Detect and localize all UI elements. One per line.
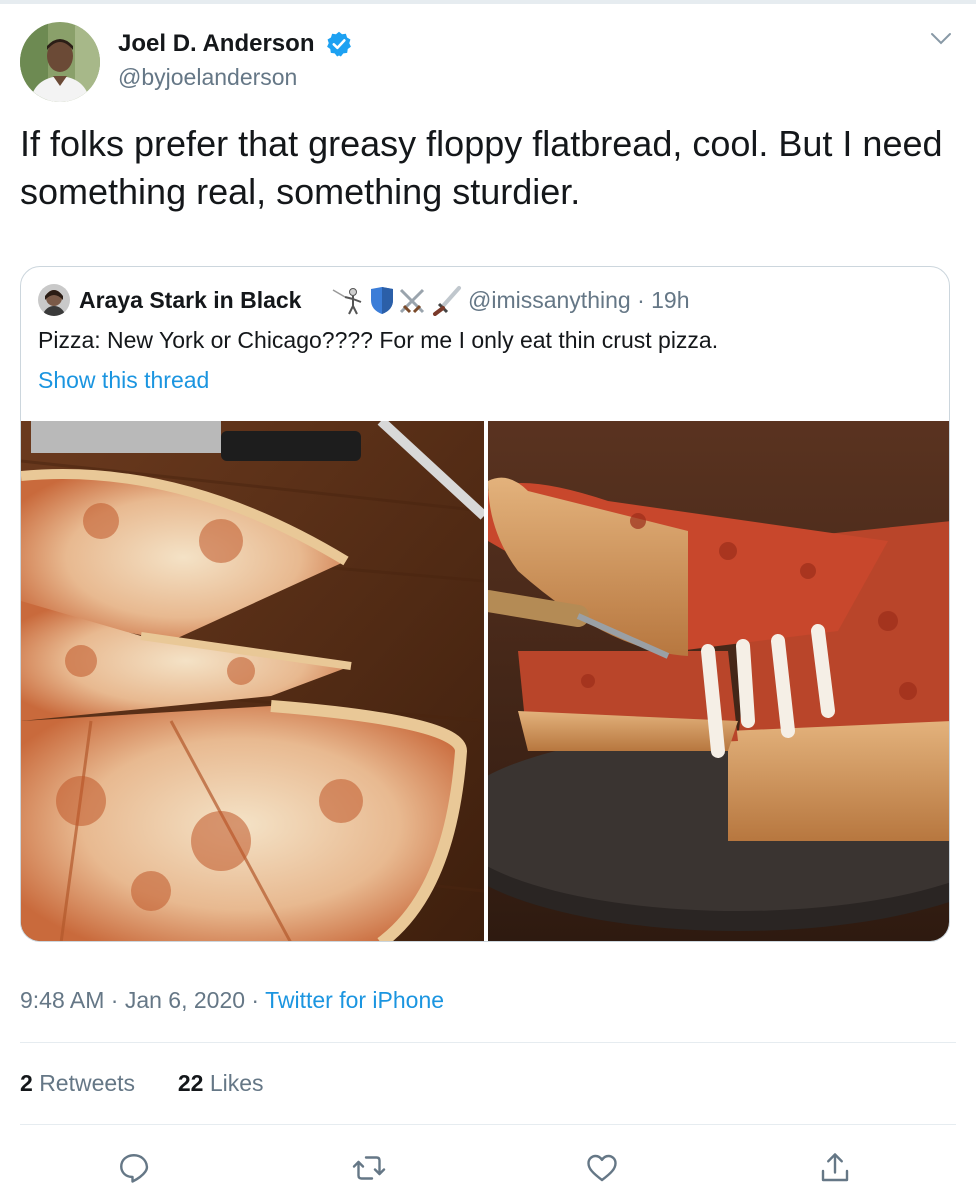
tweet-text: If folks prefer that greasy floppy flatb…: [20, 123, 943, 212]
quoted-author-avatar[interactable]: [38, 284, 70, 316]
top-divider: [0, 0, 976, 4]
likes-label: Likes: [209, 1070, 264, 1096]
chevron-down-icon[interactable]: [930, 32, 952, 46]
deep-dish-pizza-photo[interactable]: [488, 421, 949, 941]
dagger-icon: [433, 286, 461, 316]
quoted-tweet-text: Pizza: New York or Chicago???? For me I …: [38, 327, 719, 353]
divider: [20, 1042, 956, 1043]
engagement-stats: 2 Retweets 22 Likes: [20, 1070, 264, 1097]
shield-icon: [371, 287, 393, 314]
show-thread-link[interactable]: Show this thread: [38, 367, 209, 394]
likes-stat[interactable]: 22 Likes: [178, 1070, 264, 1096]
dot-separator: ·: [630, 287, 652, 313]
like-icon[interactable]: [584, 1150, 620, 1186]
quoted-author-handle-time[interactable]: @imissanything · 19h: [468, 287, 690, 314]
tweet-timestamp[interactable]: 9:48 AM · Jan 6, 2020: [20, 987, 245, 1013]
likes-count: 22: [177, 1070, 204, 1096]
author-handle[interactable]: @byjoelanderson: [118, 64, 297, 91]
retweets-stat[interactable]: 2 Retweets: [20, 1070, 135, 1096]
quoted-author-name[interactable]: Araya Stark in Black: [79, 287, 301, 314]
divider: [20, 1124, 956, 1125]
reply-icon[interactable]: [116, 1150, 152, 1186]
author-name[interactable]: Joel D. Anderson: [118, 30, 314, 58]
quoted-author-emojis: [331, 284, 465, 316]
thin-crust-pizza-photo[interactable]: [21, 421, 484, 941]
fencer-icon: [332, 288, 362, 315]
author-avatar[interactable]: [20, 22, 100, 102]
quoted-tweet-card[interactable]: Araya Stark in Black @imissanything · 19…: [20, 266, 950, 942]
tweet-meta: 9:48 AM · Jan 6, 2020 · Twitter for iPho…: [20, 987, 444, 1014]
share-icon[interactable]: [817, 1150, 853, 1186]
crossed-swords-icon: [399, 288, 425, 314]
tweet-source-link[interactable]: Twitter for iPhone: [265, 987, 444, 1013]
retweet-icon[interactable]: [351, 1150, 387, 1186]
quoted-time-ago[interactable]: 19h: [651, 287, 689, 313]
retweets-label: Retweets: [39, 1070, 136, 1096]
verified-badge-icon: [325, 30, 353, 58]
retweets-count: 2: [20, 1070, 33, 1096]
quoted-author-handle[interactable]: @imissanything: [468, 287, 631, 313]
meta-separator: ·: [245, 987, 266, 1013]
